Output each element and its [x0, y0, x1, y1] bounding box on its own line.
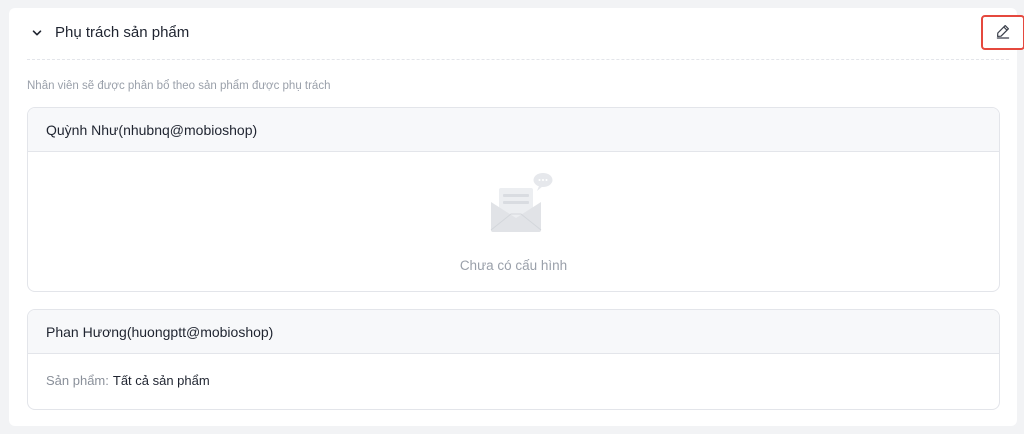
edit-button[interactable] [981, 15, 1024, 50]
empty-state-text: Chưa có cấu hình [459, 258, 568, 273]
product-assignment-panel: Phụ trách sản phẩm Nhân viên sẽ được phâ… [9, 8, 1024, 426]
staff-name: Phan Hương(huongptt@mobioshop) [46, 323, 274, 340]
products-label: Sản phẩm: [46, 373, 109, 388]
chevron-down-icon[interactable] [31, 27, 43, 39]
section-title: Phụ trách sản phẩm [55, 24, 190, 41]
staff-card-header: Quỳnh Như(nhubnq@mobioshop) [28, 108, 999, 152]
staff-name: Quỳnh Như(nhubnq@mobioshop) [46, 121, 258, 138]
staff-card: Phan Hương(huongptt@mobioshop) Sản phẩm:… [27, 309, 1000, 410]
empty-inbox-icon [483, 172, 553, 236]
products-value: Tất cả sản phẩm [112, 373, 210, 388]
section-description: Nhân viên sẽ được phân bổ theo sản phẩm … [27, 80, 331, 92]
products-row: Sản phẩm: Tất cả sản phẩm [46, 373, 210, 389]
pencil-icon [995, 23, 1011, 42]
staff-card: Quỳnh Như(nhubnq@mobioshop) Chưa có cấu … [27, 107, 1000, 292]
staff-card-header: Phan Hương(huongptt@mobioshop) [28, 310, 999, 354]
empty-state: Chưa có cấu hình [28, 152, 999, 291]
section-header: Phụ trách sản phẩm [27, 8, 1024, 60]
